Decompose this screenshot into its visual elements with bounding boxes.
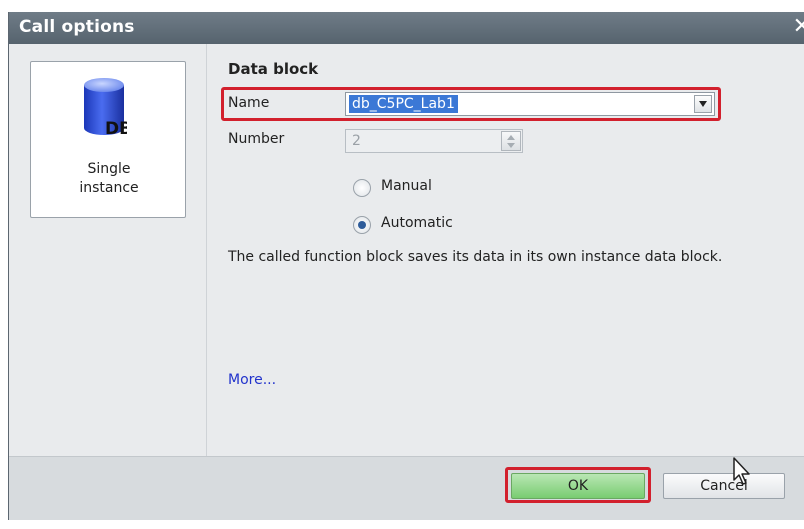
number-label: Number	[228, 131, 285, 147]
db-cylinder-icon: DB	[84, 78, 127, 139]
dialog-title: Call options	[19, 17, 135, 37]
spin-down-icon	[507, 143, 515, 148]
data-block-heading: Data block	[228, 60, 319, 78]
number-spinner	[501, 131, 521, 151]
radio-automatic-label[interactable]: Automatic	[381, 215, 453, 231]
single-instance-card[interactable]: DB Single instance	[30, 61, 186, 218]
name-combobox[interactable]: db_C5PC_Lab1	[345, 92, 715, 116]
instance-type-pane: DB Single instance	[9, 44, 207, 456]
name-value[interactable]: db_C5PC_Lab1	[349, 95, 458, 113]
cancel-button[interactable]: Cancel	[663, 473, 785, 499]
svg-text:DB: DB	[105, 119, 127, 139]
description-text: The called function block saves its data…	[228, 249, 723, 265]
ok-button[interactable]: OK	[511, 473, 645, 499]
number-field: 2	[345, 129, 523, 153]
number-value: 2	[352, 133, 361, 149]
close-icon[interactable]: ✕	[793, 14, 804, 39]
mouse-cursor-icon	[733, 457, 750, 485]
radio-manual-label[interactable]: Manual	[381, 178, 432, 194]
more-link[interactable]: More...	[228, 372, 276, 388]
spin-up-icon	[507, 135, 515, 140]
single-instance-label: Single instance	[79, 161, 139, 196]
radio-manual-button[interactable]	[353, 179, 371, 197]
chevron-down-icon[interactable]	[694, 95, 712, 113]
title-bar: Call options ✕	[9, 12, 804, 44]
data-block-pane: Data block Name db_C5PC_Lab1 Number 2 Ma…	[208, 44, 804, 456]
radio-automatic-button[interactable]	[353, 216, 371, 234]
call-options-dialog: Call options ✕ DB Single instance Data b…	[8, 12, 804, 520]
name-label: Name	[228, 95, 270, 111]
